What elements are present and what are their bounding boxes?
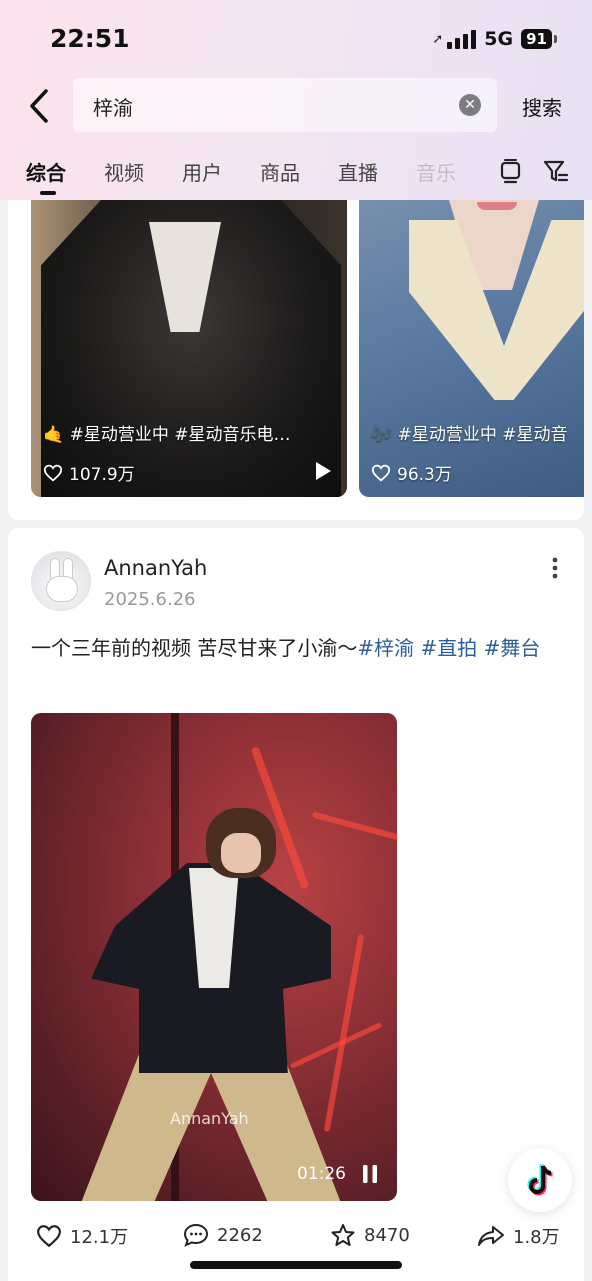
- avatar[interactable]: [31, 551, 91, 611]
- username[interactable]: AnnanYah: [104, 556, 207, 580]
- tab-video[interactable]: 视频: [104, 157, 144, 186]
- thumbnail-detail: [477, 202, 517, 210]
- status-time: 22:51: [50, 24, 130, 53]
- avatar-face: [46, 576, 78, 602]
- video-player[interactable]: AnnanYah 01:26: [31, 713, 397, 1201]
- post-date: 2025.6.26: [104, 589, 196, 610]
- post-body: 一个三年前的视频 苦尽甘来了小渝～: [31, 636, 358, 660]
- tiktok-icon: [527, 1163, 553, 1196]
- video-frame: [221, 833, 261, 873]
- video-duration: 01:26: [297, 1164, 346, 1184]
- video-grid-row: 🤙 #星动营业中 #星动音乐电… 107.9万 🎶 #星动营业中 #星动音 96…: [8, 200, 584, 520]
- tab-music[interactable]: 音乐: [416, 157, 456, 186]
- tiktok-float-button[interactable]: [508, 1148, 572, 1212]
- hashtag-link[interactable]: #直拍: [420, 636, 477, 660]
- heart-icon: [37, 1225, 61, 1248]
- more-options-icon[interactable]: [551, 556, 559, 580]
- likes-count: 96.3万: [397, 465, 452, 485]
- like-button[interactable]: 12.1万: [36, 1223, 128, 1249]
- video-caption: 🤙 #星动营业中 #星动音乐电…: [43, 425, 291, 445]
- hashtag-link[interactable]: #舞台: [484, 636, 541, 660]
- play-icon: [316, 462, 331, 480]
- comment-button[interactable]: 2262: [183, 1223, 263, 1247]
- video-likes: 107.9万: [43, 460, 135, 485]
- layout-toggle-icon[interactable]: [498, 158, 524, 184]
- video-caption: 🎶 #星动营业中 #星动音: [371, 425, 568, 445]
- heart-icon: [371, 464, 391, 482]
- hashtag-link[interactable]: #梓渝: [357, 636, 414, 660]
- filter-icon[interactable]: [543, 158, 569, 184]
- post-actions: 12.1万 2262 8470 1.8万: [31, 1223, 561, 1259]
- network-type: 5G: [484, 28, 514, 50]
- share-button[interactable]: 1.8万: [477, 1223, 560, 1249]
- favorite-button[interactable]: 8470: [330, 1223, 410, 1247]
- search-button[interactable]: 搜索: [522, 92, 562, 121]
- heart-icon: [43, 464, 63, 482]
- signal-icon: [447, 29, 477, 49]
- share-icon: [478, 1226, 504, 1246]
- comment-icon: [183, 1223, 209, 1247]
- filter-tabs: 综合 视频 用户 商品 直播 音乐: [26, 157, 494, 195]
- star-icon: [331, 1224, 355, 1246]
- pause-icon[interactable]: [361, 1164, 379, 1184]
- video-thumbnail[interactable]: 🤙 #星动营业中 #星动音乐电… 107.9万: [31, 200, 347, 497]
- home-indicator: [190, 1261, 402, 1269]
- tab-comprehensive[interactable]: 综合: [26, 157, 66, 195]
- video-watermark: AnnanYah: [170, 1109, 249, 1128]
- search-input[interactable]: 梓渝 ✕: [73, 78, 497, 132]
- comment-count: 2262: [217, 1224, 263, 1246]
- likes-count: 107.9万: [69, 465, 135, 485]
- post-text: 一个三年前的视频 苦尽甘来了小渝～#梓渝 #直拍 #舞台: [31, 630, 561, 666]
- favorite-count: 8470: [364, 1224, 410, 1246]
- video-thumbnail[interactable]: 🎶 #星动营业中 #星动音 96.3万: [359, 200, 584, 497]
- like-count: 12.1万: [70, 1227, 129, 1248]
- tab-live[interactable]: 直播: [338, 157, 378, 186]
- tab-users[interactable]: 用户: [182, 157, 222, 186]
- battery-icon: 91: [521, 29, 557, 49]
- video-frame: [311, 811, 397, 841]
- back-arrow-icon[interactable]: [26, 86, 56, 126]
- status-indicators: ➚ 5G 91: [432, 28, 557, 50]
- tab-products[interactable]: 商品: [260, 157, 300, 186]
- video-likes: 96.3万: [371, 460, 452, 485]
- location-arrow-icon: ➚: [432, 31, 444, 47]
- search-query: 梓渝: [93, 96, 133, 120]
- post-card: AnnanYah 2025.6.26 一个三年前的视频 苦尽甘来了小渝～#梓渝 …: [8, 528, 584, 1281]
- clear-icon[interactable]: ✕: [459, 94, 481, 116]
- share-count: 1.8万: [513, 1227, 560, 1248]
